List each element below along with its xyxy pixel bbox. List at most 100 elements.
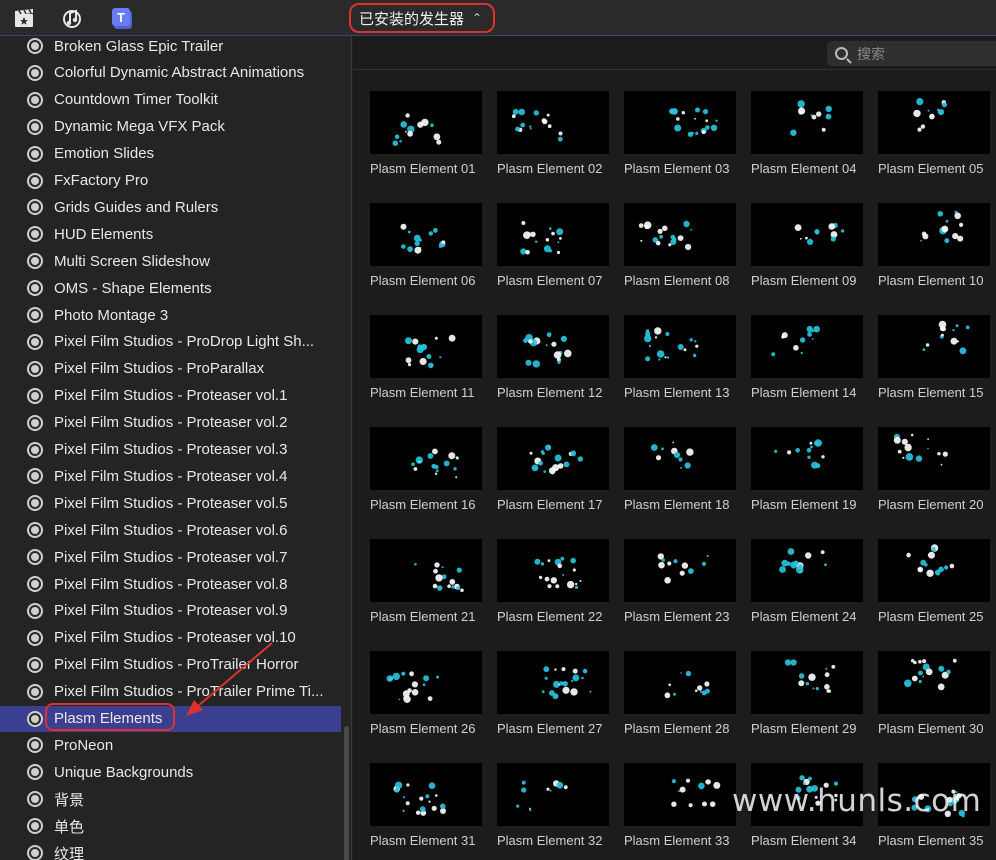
generator-tile[interactable]: Plasm Element 27 bbox=[497, 651, 609, 736]
search-field[interactable]: 搜索 bbox=[827, 41, 996, 66]
sidebar-item-label: Pixel Film Studios - Proteaser vol.2 bbox=[54, 414, 288, 432]
generator-tile[interactable]: Plasm Element 07 bbox=[497, 203, 609, 288]
sidebar-item[interactable]: Pixel Film Studios - Proteaser vol.10 bbox=[0, 625, 341, 651]
generator-title: Plasm Element 24 bbox=[751, 609, 857, 624]
generator-tile[interactable]: Plasm Element 11 bbox=[370, 315, 482, 400]
sidebar-item[interactable]: ProNeon bbox=[0, 732, 341, 758]
generator-tile[interactable]: Plasm Element 09 bbox=[751, 203, 863, 288]
sidebar-item[interactable]: Pixel Film Studios - Proteaser vol.1 bbox=[0, 383, 341, 409]
generator-tile[interactable]: Plasm Element 17 bbox=[497, 427, 609, 512]
generator-category-icon bbox=[27, 226, 43, 243]
generator-tile[interactable]: Plasm Element 33 bbox=[624, 763, 736, 848]
generator-tile[interactable]: Plasm Element 08 bbox=[624, 203, 736, 288]
generator-thumbnail bbox=[878, 203, 990, 266]
generator-thumbnail bbox=[751, 651, 863, 714]
generator-title: Plasm Element 10 bbox=[878, 273, 984, 288]
sidebar-item[interactable]: Grids Guides and Rulers bbox=[0, 194, 341, 220]
generator-title: Plasm Element 30 bbox=[878, 721, 984, 736]
sidebar-item-label: ProNeon bbox=[54, 736, 114, 754]
generator-tile[interactable]: Plasm Element 31 bbox=[370, 763, 482, 848]
sidebar-item[interactable]: Unique Backgrounds bbox=[0, 759, 341, 785]
sidebar-item[interactable]: Pixel Film Studios - Proteaser vol.8 bbox=[0, 571, 341, 597]
clapper-star-icon[interactable] bbox=[12, 6, 36, 30]
generator-tile[interactable]: Plasm Element 18 bbox=[624, 427, 736, 512]
generator-category-icon bbox=[27, 656, 43, 673]
sidebar-item[interactable]: Pixel Film Studios - Proteaser vol.2 bbox=[0, 410, 341, 436]
generator-thumbnail bbox=[624, 427, 736, 490]
generator-thumbnail bbox=[624, 651, 736, 714]
sidebar-item[interactable]: Pixel Film Studios - Proteaser vol.5 bbox=[0, 490, 341, 516]
sidebar-item-label: Grids Guides and Rulers bbox=[54, 198, 219, 216]
generator-tile[interactable]: Plasm Element 30 bbox=[878, 651, 990, 736]
sidebar-item[interactable]: Countdown Timer Toolkit bbox=[0, 87, 341, 113]
generator-thumbnail bbox=[751, 203, 863, 266]
sidebar-scrollbar[interactable] bbox=[344, 726, 349, 860]
generator-tile[interactable]: Plasm Element 12 bbox=[497, 315, 609, 400]
svg-text:T: T bbox=[117, 10, 125, 25]
generator-tile[interactable]: Plasm Element 20 bbox=[878, 427, 990, 512]
sidebar-item[interactable]: Pixel Film Studios - ProParallax bbox=[0, 356, 341, 382]
sidebar-item[interactable]: Multi Screen Slideshow bbox=[0, 248, 341, 274]
generator-tile[interactable]: Plasm Element 25 bbox=[878, 539, 990, 624]
sidebar-item[interactable]: 单色 bbox=[0, 813, 341, 839]
generator-tile[interactable]: Plasm Element 01 bbox=[370, 91, 482, 176]
generator-title: Plasm Element 02 bbox=[497, 161, 603, 176]
sidebar-item[interactable]: Pixel Film Studios - Proteaser vol.4 bbox=[0, 463, 341, 489]
generator-category-icon bbox=[27, 522, 43, 539]
generator-title: Plasm Element 20 bbox=[878, 497, 984, 512]
generator-tile[interactable]: Plasm Element 03 bbox=[624, 91, 736, 176]
sidebar-item[interactable]: Pixel Film Studios - ProTrailer Prime Ti… bbox=[0, 679, 341, 705]
sidebar-item[interactable]: HUD Elements bbox=[0, 221, 341, 247]
generator-thumbnail bbox=[370, 315, 482, 378]
generator-tile[interactable]: Plasm Element 10 bbox=[878, 203, 990, 288]
sidebar-item[interactable]: OMS - Shape Elements bbox=[0, 275, 341, 301]
music-camera-icon[interactable] bbox=[60, 6, 84, 30]
sidebar-item[interactable]: FxFactory Pro bbox=[0, 168, 341, 194]
sidebar-item[interactable]: 背景 bbox=[0, 786, 341, 812]
generator-title: Plasm Element 09 bbox=[751, 273, 857, 288]
generator-tile[interactable]: Plasm Element 29 bbox=[751, 651, 863, 736]
generator-tile[interactable]: Plasm Element 28 bbox=[624, 651, 736, 736]
sidebar-item[interactable]: Pixel Film Studios - Proteaser vol.7 bbox=[0, 544, 341, 570]
sidebar-item[interactable]: 纹理 bbox=[0, 840, 341, 860]
generator-tile[interactable]: Plasm Element 19 bbox=[751, 427, 863, 512]
sidebar-item[interactable]: Pixel Film Studios - Proteaser vol.3 bbox=[0, 437, 341, 463]
generator-thumbnail bbox=[878, 651, 990, 714]
sidebar-item[interactable]: Pixel Film Studios - ProDrop Light Sh... bbox=[0, 329, 341, 355]
generator-tile[interactable]: Plasm Element 32 bbox=[497, 763, 609, 848]
generator-tile[interactable]: Plasm Element 13 bbox=[624, 315, 736, 400]
generator-tile[interactable]: Plasm Element 23 bbox=[624, 539, 736, 624]
generator-title: Plasm Element 22 bbox=[497, 609, 603, 624]
generator-tile[interactable]: Plasm Element 16 bbox=[370, 427, 482, 512]
generator-source-dropdown[interactable]: 已安装的发生器 ⌃ bbox=[349, 3, 495, 33]
generator-tile[interactable]: Plasm Element 02 bbox=[497, 91, 609, 176]
sidebar-item-label: Colorful Dynamic Abstract Animations bbox=[54, 64, 305, 82]
sidebar-item[interactable]: Photo Montage 3 bbox=[0, 302, 341, 328]
search-placeholder: 搜索 bbox=[857, 45, 885, 62]
generator-tile[interactable]: Plasm Element 22 bbox=[497, 539, 609, 624]
sidebar-item[interactable]: Emotion Slides bbox=[0, 141, 341, 167]
generator-tile[interactable]: Plasm Element 24 bbox=[751, 539, 863, 624]
generator-tile[interactable]: Plasm Element 14 bbox=[751, 315, 863, 400]
sidebar-item[interactable]: Pixel Film Studios - Proteaser vol.6 bbox=[0, 517, 341, 543]
sidebar-item[interactable]: Pixel Film Studios - ProTrailer Horror bbox=[0, 652, 341, 678]
generator-tile[interactable]: Plasm Element 06 bbox=[370, 203, 482, 288]
sidebar-item-label: Photo Montage 3 bbox=[54, 306, 169, 324]
generator-title: Plasm Element 11 bbox=[370, 385, 475, 400]
generator-category-icon bbox=[27, 64, 43, 81]
sidebar-item[interactable]: Broken Glass Epic Trailer bbox=[0, 36, 341, 59]
generator-thumbnail bbox=[370, 91, 482, 154]
generator-thumbnail bbox=[497, 763, 609, 826]
generator-title: Plasm Element 17 bbox=[497, 497, 603, 512]
sidebar-item[interactable]: Colorful Dynamic Abstract Animations bbox=[0, 60, 341, 86]
generator-tile[interactable]: Plasm Element 15 bbox=[878, 315, 990, 400]
sidebar-item[interactable]: Dynamic Mega VFX Pack bbox=[0, 114, 341, 140]
generator-tile[interactable]: Plasm Element 04 bbox=[751, 91, 863, 176]
generator-tile[interactable]: Plasm Element 21 bbox=[370, 539, 482, 624]
generator-tile[interactable]: Plasm Element 26 bbox=[370, 651, 482, 736]
generator-thumbnail bbox=[751, 539, 863, 602]
sidebar-item[interactable]: Pixel Film Studios - Proteaser vol.9 bbox=[0, 598, 341, 624]
generator-tile[interactable]: Plasm Element 05 bbox=[878, 91, 990, 176]
titles-icon[interactable]: T bbox=[110, 6, 134, 30]
generator-thumbnail bbox=[624, 763, 736, 826]
